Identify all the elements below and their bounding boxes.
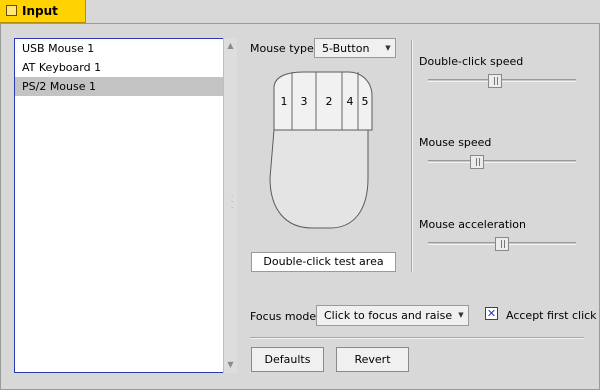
- mouse-acceleration-label: Mouse acceleration: [419, 218, 526, 231]
- double-click-test-area[interactable]: Double-click test area: [251, 252, 396, 272]
- mouse-illustration: 1 3 2 4 5: [269, 71, 373, 229]
- list-item-ps2-mouse[interactable]: PS/2 Mouse 1: [15, 77, 236, 96]
- slider-track: [428, 160, 576, 163]
- chevron-down-icon: ▼: [458, 311, 464, 319]
- mouse-button-1[interactable]: 1: [281, 95, 288, 108]
- mouse-speed-label: Mouse speed: [419, 136, 492, 149]
- defaults-button[interactable]: Defaults: [251, 347, 324, 372]
- mouse-button-5[interactable]: 5: [362, 95, 369, 108]
- mouse-button-3[interactable]: 3: [301, 95, 308, 108]
- focus-mode-value: Click to focus and raise: [324, 309, 453, 322]
- accept-first-click-checkbox[interactable]: ✕: [485, 307, 498, 320]
- list-item-usb-mouse[interactable]: USB Mouse 1: [15, 39, 236, 58]
- list-item-at-keyboard[interactable]: AT Keyboard 1: [15, 58, 236, 77]
- mouse-acceleration-slider[interactable]: [428, 237, 576, 251]
- revert-button[interactable]: Revert: [336, 347, 409, 372]
- accept-first-click-label: Accept first click: [506, 309, 597, 322]
- mouse-speed-slider[interactable]: [428, 155, 576, 169]
- double-click-speed-label: Double-click speed: [419, 55, 524, 68]
- scroll-down-icon[interactable]: ▼: [226, 359, 235, 371]
- mouse-type-select[interactable]: 5-Button ▼: [314, 38, 396, 58]
- split-grip-icon[interactable]: · · ·: [231, 193, 233, 213]
- slider-thumb[interactable]: [487, 74, 502, 88]
- mouse-button-4[interactable]: 4: [347, 95, 354, 108]
- mouse-button-2[interactable]: 2: [326, 95, 333, 108]
- vertical-divider: [411, 40, 413, 272]
- window-tab[interactable]: Input: [0, 0, 86, 23]
- double-click-speed-slider[interactable]: [428, 74, 576, 88]
- close-box-icon[interactable]: [6, 5, 17, 16]
- title-bar: Input: [0, 0, 600, 23]
- slider-thumb[interactable]: [469, 155, 484, 169]
- window-title: Input: [22, 4, 58, 18]
- device-list-scrollbar[interactable]: ▲ ▼: [223, 38, 237, 373]
- slider-thumb[interactable]: [495, 237, 509, 251]
- horizontal-divider: [250, 337, 584, 339]
- focus-mode-label: Focus mode:: [250, 310, 320, 323]
- chevron-down-icon: ▼: [385, 44, 391, 52]
- slider-track: [428, 79, 576, 82]
- mouse-type-value: 5-Button: [322, 42, 370, 55]
- scroll-up-icon[interactable]: ▲: [226, 40, 235, 52]
- mouse-type-label: Mouse type:: [250, 42, 318, 55]
- focus-mode-select[interactable]: Click to focus and raise ▼: [316, 305, 469, 326]
- device-list[interactable]: USB Mouse 1 AT Keyboard 1 PS/2 Mouse 1: [14, 38, 237, 373]
